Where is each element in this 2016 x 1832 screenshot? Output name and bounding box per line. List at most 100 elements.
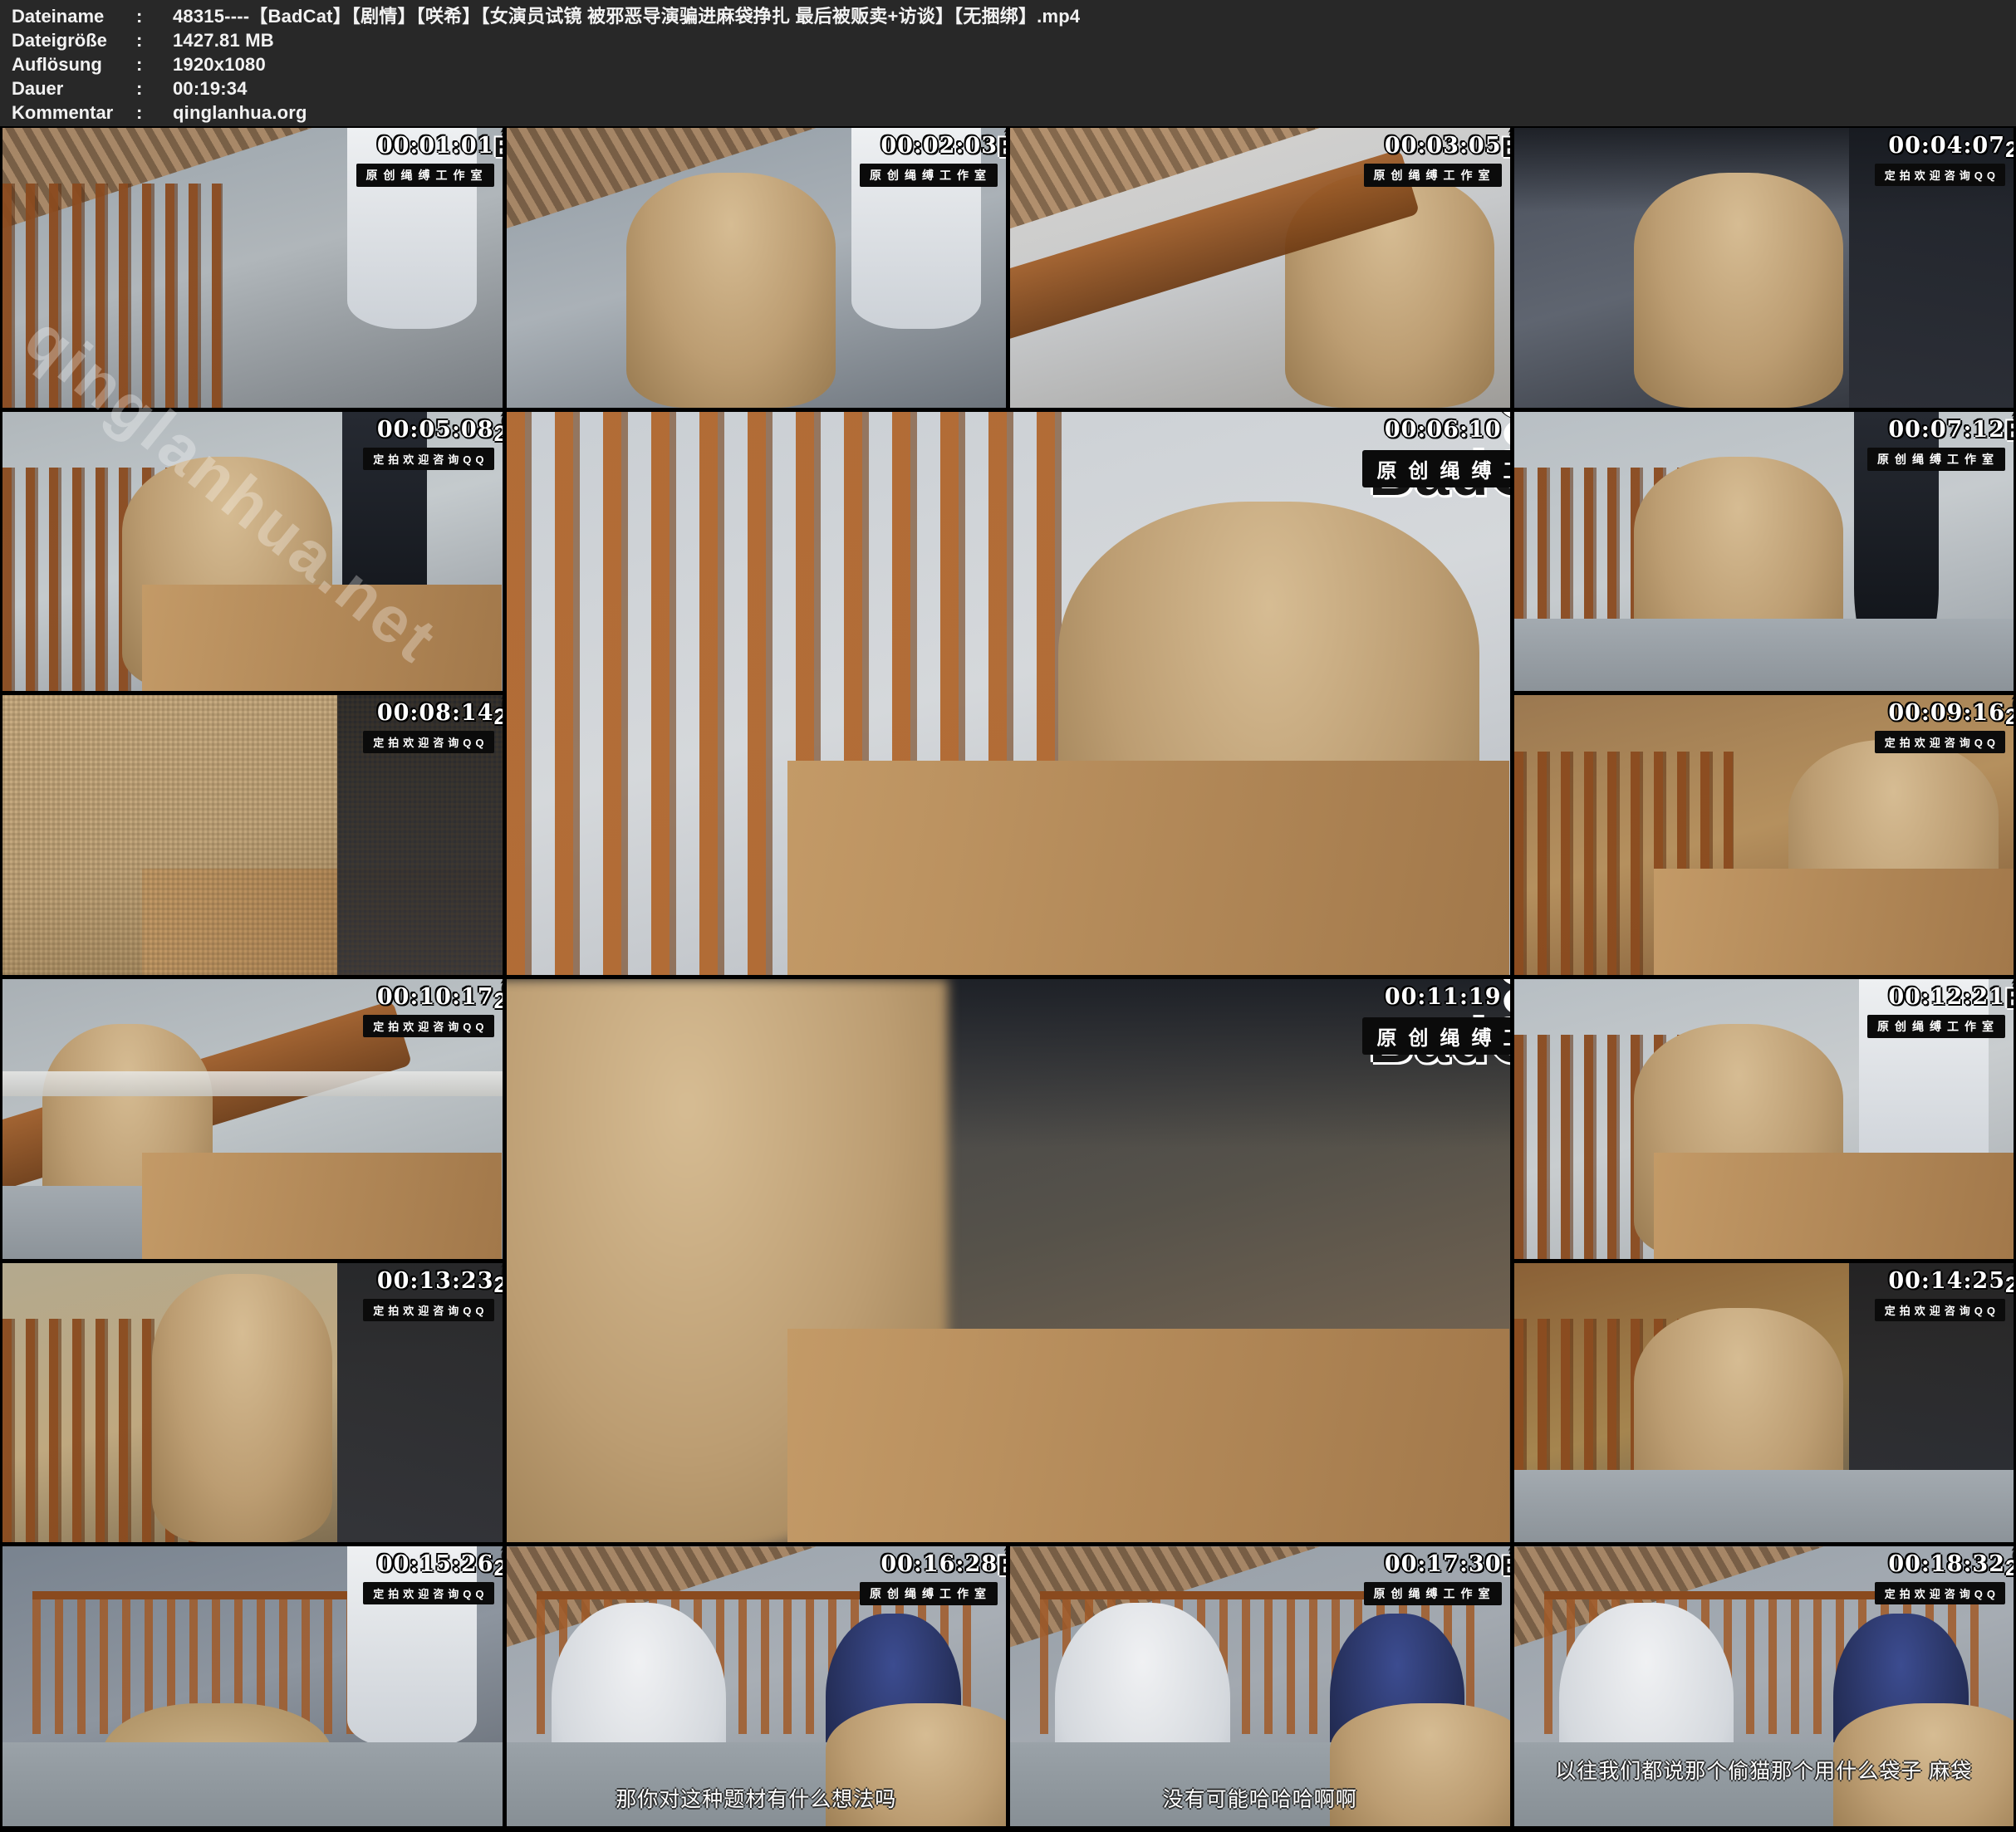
frame-timestamp: 00:13:23: [377, 1270, 494, 1292]
video-thumbnail[interactable]: 00:15:26 2723822894定拍欢迎咨询QQ: [2, 1546, 503, 1826]
contact-number: 2723822894: [2005, 1557, 2014, 1580]
video-thumbnail[interactable]: 00:11:19 BadCat原创绳缚工作室: [507, 979, 1510, 1542]
studio-name-bar: 原创绳缚工作室: [860, 164, 998, 187]
burned-in-subtitle: 以往我们都说那个偷猫那个用什么袋子 麻袋: [1514, 1755, 2014, 1785]
scene-floor: [1654, 869, 2014, 975]
video-thumbnail[interactable]: 00:17:30 BadCat原创绳缚工作室没有可能哈哈哈啊啊: [1010, 1546, 1510, 1826]
frame-timestamp: 00:09:16: [1888, 702, 2005, 724]
video-thumbnail[interactable]: 00:04:07 2723822894定拍欢迎咨询QQ: [1514, 128, 2014, 408]
contact-number: 2723822894: [494, 706, 503, 728]
file-name-label: Dateiname: [12, 4, 136, 28]
resolution-label: Auflösung: [12, 52, 136, 76]
contact-number: 2723822894: [2005, 706, 2014, 728]
frame-timestamp: 00:18:32: [1888, 1553, 2005, 1575]
contact-info-bar: 定拍欢迎咨询QQ: [363, 1015, 493, 1037]
duration-row: Dauer:00:19:34: [12, 76, 2016, 100]
video-thumbnail[interactable]: 00:02:03 BadCat原创绳缚工作室: [507, 128, 1007, 408]
comment-row: Kommentar:qinglanhua.org: [12, 100, 2016, 125]
comment-label: Kommentar: [12, 100, 136, 125]
scene-floor: [1654, 1153, 2014, 1259]
contact-number: 2723822894: [2005, 1274, 2014, 1296]
thumbnail-grid: qinglanhua.net 00:01:01 BadCat原创绳缚工作室00:…: [0, 126, 2016, 1832]
video-thumbnail[interactable]: 00:14:25 2723822894定拍欢迎咨询QQ: [1514, 1263, 2014, 1543]
video-thumbnail[interactable]: 00:03:05 BadCat原创绳缚工作室: [1010, 128, 1510, 408]
video-thumbnail[interactable]: 00:08:14 2723822894定拍欢迎咨询QQ: [2, 695, 503, 975]
file-info-header: Dateiname:48315----【BadCat】【剧情】【咲希】【女演员试…: [0, 0, 2016, 126]
contact-info-bar: 定拍欢迎咨询QQ: [1875, 1582, 2005, 1604]
video-thumbnail[interactable]: 00:05:08 2723822894定拍欢迎咨询QQ: [2, 412, 503, 692]
frame-timestamp: 00:02:03: [880, 135, 998, 157]
scene-floor: [787, 1329, 1510, 1543]
badcat-wordmark: BadCat: [2005, 986, 2014, 1012]
badcat-wordmark: BadCat: [1502, 135, 1510, 161]
video-thumbnail[interactable]: 00:10:17 2723822894定拍欢迎咨询QQ: [2, 979, 503, 1259]
frame-timestamp: 00:07:12: [1888, 419, 2005, 441]
frame-timestamp: 00:17:30: [1385, 1553, 1502, 1575]
frame-timestamp: 00:08:14: [377, 702, 494, 724]
contact-number: 2723822894: [2005, 139, 2014, 161]
resolution-value: 1920x1080: [173, 54, 266, 75]
file-name-row: Dateiname:48315----【BadCat】【剧情】【咲希】【女演员试…: [12, 4, 2016, 28]
frame-timestamp: 00:03:05: [1385, 135, 1502, 157]
contact-info-bar: 定拍欢迎咨询QQ: [1875, 731, 2005, 753]
badcat-wordmark: BadCat: [998, 1553, 1006, 1580]
studio-name-bar: 原创绳缚工作室: [860, 1582, 998, 1605]
studio-name-bar: 原创绳缚工作室: [1867, 1015, 2005, 1038]
scene-sack: [626, 173, 836, 408]
frame-timestamp: 00:01:01: [377, 135, 494, 157]
studio-name-bar: 原创绳缚工作室: [1867, 448, 2005, 471]
scene-mat: [1514, 1470, 2014, 1543]
scene-floor: [787, 761, 1510, 975]
studio-name-bar: 原创绳缚工作室: [1364, 164, 1502, 187]
video-contact-sheet: Dateiname:48315----【BadCat】【剧情】【咲希】【女演员试…: [0, 0, 2016, 1832]
scene-floor: [142, 585, 502, 691]
frame-timestamp: 00:15:26: [377, 1553, 494, 1575]
video-thumbnail[interactable]: 00:01:01 BadCat原创绳缚工作室: [2, 128, 503, 408]
contact-number: 2723822894: [494, 1274, 503, 1296]
contact-number: 2723822894: [494, 990, 503, 1012]
video-thumbnail[interactable]: 00:06:10 BadCat原创绳缚工作室: [507, 412, 1510, 975]
video-thumbnail[interactable]: 00:12:21 BadCat原创绳缚工作室: [1514, 979, 2014, 1259]
badcat-wordmark: BadCat: [494, 135, 503, 161]
studio-name-bar: 原创绳缚工作室: [1364, 1582, 1502, 1605]
contact-info-bar: 定拍欢迎咨询QQ: [363, 731, 493, 753]
file-name-value: 48315----【BadCat】【剧情】【咲希】【女演员试镜 被邪恶导演骗进麻…: [173, 6, 1080, 27]
video-thumbnail[interactable]: 00:13:23 2723822894定拍欢迎咨询QQ: [2, 1263, 503, 1543]
burned-in-subtitle: 没有可能哈哈哈啊啊: [1010, 1783, 1510, 1813]
video-thumbnail[interactable]: 00:16:28 BadCat原创绳缚工作室那你对这种题材有什么想法吗: [507, 1546, 1007, 1826]
frame-timestamp: 00:10:17: [377, 986, 494, 1008]
studio-name-bar: 原创绳缚工作室: [1362, 1017, 1510, 1055]
contact-info-bar: 定拍欢迎咨询QQ: [1875, 164, 2005, 186]
frame-timestamp: 00:12:21: [1888, 986, 2005, 1008]
contact-number: 2723822894: [494, 423, 503, 445]
badcat-wordmark: BadCat: [1502, 1553, 1510, 1580]
file-size-row: Dateigröße:1427.81 MB: [12, 28, 2016, 52]
duration-value: 00:19:34: [173, 78, 248, 99]
scene-banister-left: [2, 184, 223, 407]
studio-name-bar: 原创绳缚工作室: [1362, 450, 1510, 487]
frame-timestamp: 00:14:25: [1888, 1270, 2005, 1292]
file-size-label: Dateigröße: [12, 28, 136, 52]
video-thumbnail[interactable]: 00:07:12 BadCat原创绳缚工作室: [1514, 412, 2014, 692]
burned-in-subtitle: 那你对这种题材有什么想法吗: [507, 1783, 1007, 1813]
file-size-value: 1427.81 MB: [173, 30, 274, 51]
scene-mat: [1514, 619, 2014, 692]
frame-timestamp: 00:04:07: [1888, 135, 2005, 157]
contact-info-bar: 定拍欢迎咨询QQ: [363, 448, 493, 470]
scene-desk: [2, 1071, 503, 1096]
video-thumbnail[interactable]: 00:18:32 2723822894定拍欢迎咨询QQ 以往我们都说那个偷猫那个用…: [1514, 1546, 2014, 1826]
comment-value: qinglanhua.org: [173, 102, 307, 123]
scene-carpet: [2, 1742, 503, 1826]
contact-info-bar: 定拍欢迎咨询QQ: [1875, 1299, 2005, 1321]
scene-sack-tall: [152, 1274, 332, 1542]
contact-number: 2723822894: [494, 1557, 503, 1580]
frame-timestamp: 00:05:08: [377, 419, 494, 441]
contact-info-bar: 定拍欢迎咨询QQ: [363, 1582, 493, 1604]
badcat-wordmark: BadCat: [998, 135, 1006, 161]
scene-sack: [1634, 173, 1844, 408]
badcat-wordmark: BadCat: [2005, 418, 2014, 444]
duration-label: Dauer: [12, 76, 136, 100]
scene-floor: [142, 1153, 502, 1259]
frame-timestamp: 00:16:28: [880, 1553, 998, 1575]
video-thumbnail[interactable]: 00:09:16 2723822894定拍欢迎咨询QQ: [1514, 695, 2014, 975]
